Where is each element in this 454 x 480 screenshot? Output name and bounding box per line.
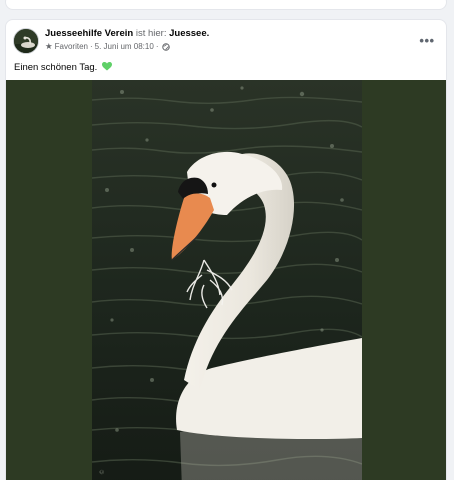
author-line: Juesseehilfe Verein ist hier: Juessee.	[45, 28, 209, 40]
author-avatar[interactable]	[13, 28, 39, 54]
svg-text:©: ©	[99, 469, 106, 475]
post-card: Juesseehilfe Verein ist hier: Juessee. ★…	[5, 19, 447, 480]
meta-separator: ·	[89, 42, 93, 51]
post-message: Einen schönen Tag.	[14, 62, 98, 73]
green-heart-emoji	[101, 62, 112, 75]
meta-separator-2: ·	[155, 42, 159, 51]
post-media[interactable]: ©	[6, 80, 446, 480]
previous-post-card	[5, 0, 447, 10]
post-timestamp[interactable]: 5. Juni um 08:10	[95, 41, 154, 52]
star-icon: ★	[45, 41, 53, 51]
post-header: Juesseehilfe Verein ist hier: Juessee. ★…	[6, 20, 446, 60]
location-connector: ist hier:	[135, 28, 167, 39]
swan-photo[interactable]: ©	[92, 80, 362, 480]
more-options-icon[interactable]: •••	[416, 29, 438, 51]
location-link[interactable]: Juessee.	[169, 28, 209, 39]
globe-icon	[162, 42, 171, 51]
author-name[interactable]: Juesseehilfe Verein	[45, 28, 133, 39]
post-meta: ★ Favoriten · 5. Juni um 08:10 ·	[45, 41, 171, 52]
audience-label[interactable]: Favoriten	[55, 41, 88, 52]
post-text: Einen schönen Tag.	[14, 61, 112, 75]
